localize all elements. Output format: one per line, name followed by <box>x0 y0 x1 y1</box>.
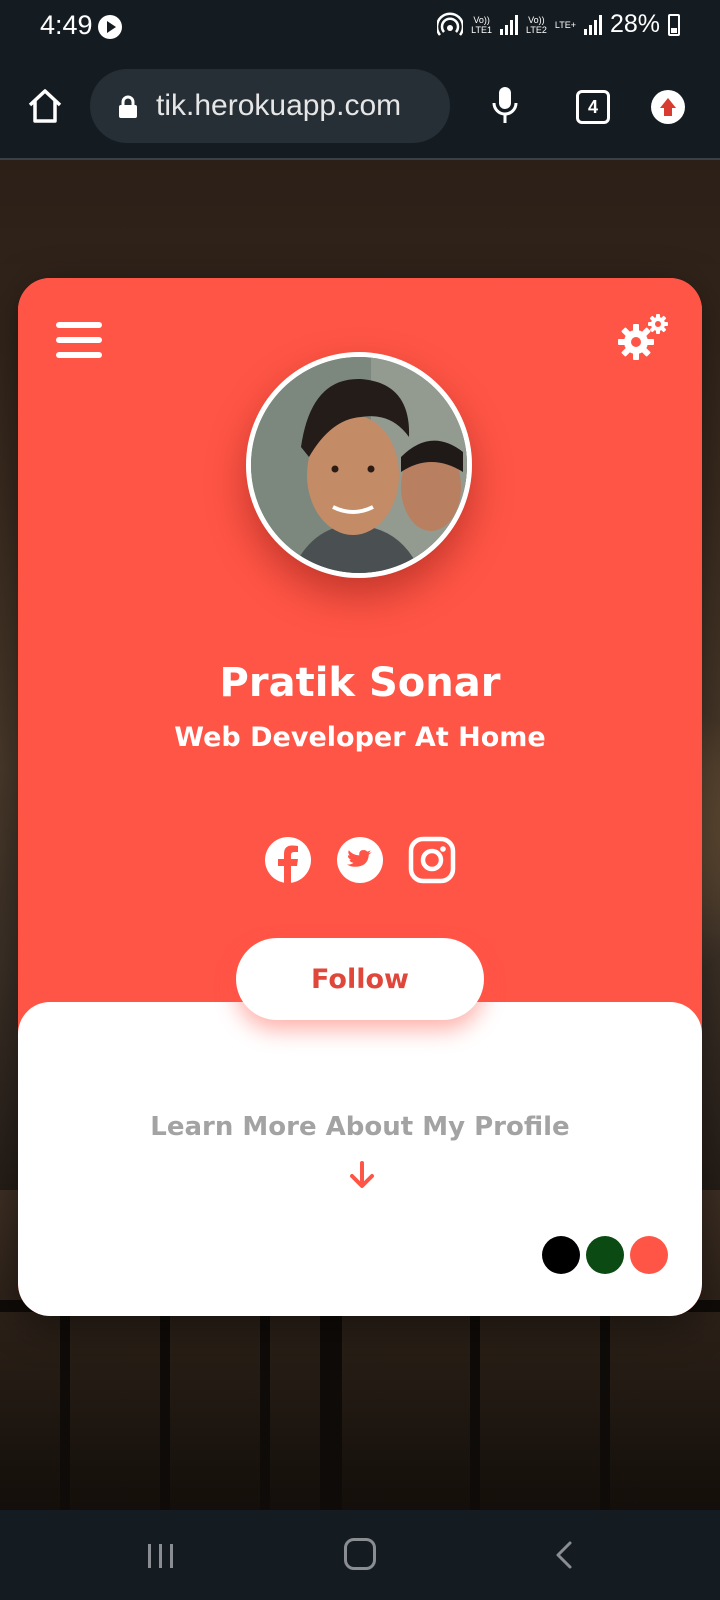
status-icons: Vo)) LTE1 Vo)) LTE2 LTE+ 28% <box>437 10 680 39</box>
sim2-label: Vo)) LTE2 <box>526 14 547 35</box>
railing-post <box>260 1300 270 1510</box>
hamburger-menu-icon[interactable] <box>56 322 102 358</box>
profile-avatar <box>246 352 472 578</box>
facebook-icon[interactable] <box>264 836 312 884</box>
instagram-icon[interactable] <box>408 836 456 884</box>
hotspot-icon <box>437 11 464 36</box>
profile-card: Pratik Sonar Web Developer At Home Learn… <box>18 278 702 1316</box>
sim2-extra: LTE+ <box>554 19 576 30</box>
theme-swatch-green[interactable] <box>586 1236 624 1274</box>
battery-percent: 28% <box>609 10 660 38</box>
social-links <box>18 836 702 884</box>
back-icon[interactable] <box>552 1540 576 1570</box>
update-icon[interactable] <box>651 90 685 124</box>
railing-post <box>60 1300 70 1510</box>
profile-card-header: Pratik Sonar Web Developer At Home <box>18 278 702 1008</box>
browser-toolbar: tik.herokuapp.com 4 <box>0 55 720 160</box>
lock-icon <box>119 95 137 118</box>
profile-title: Web Developer At Home <box>174 722 546 753</box>
theme-swatch-black[interactable] <box>542 1236 580 1274</box>
system-nav-bar <box>0 1510 720 1600</box>
railing-post <box>470 1300 480 1510</box>
twitter-icon[interactable] <box>336 836 384 884</box>
railing-post <box>160 1300 170 1510</box>
follow-button[interactable]: Follow <box>236 938 484 1020</box>
home-nav-icon[interactable] <box>344 1538 376 1570</box>
tab-switcher-button[interactable]: 4 <box>576 90 610 124</box>
settings-gears-icon[interactable] <box>616 312 670 362</box>
avatar-photo <box>251 357 467 573</box>
url-text: tik.herokuapp.com <box>156 89 402 122</box>
microphone-icon[interactable] <box>490 85 520 125</box>
railing-post <box>600 1300 610 1510</box>
address-bar[interactable]: tik.herokuapp.com <box>90 69 450 143</box>
signal-icon <box>500 14 519 35</box>
status-time: 4:49 <box>40 10 93 40</box>
battery-icon <box>668 13 680 36</box>
profile-name: Pratik Sonar <box>219 660 501 706</box>
arrow-down-icon[interactable] <box>348 1160 376 1190</box>
theme-swatch-red[interactable] <box>630 1236 668 1274</box>
signal-icon-2 <box>583 14 602 35</box>
profile-card-footer: Learn More About My Profile <box>18 1002 702 1316</box>
learn-more-link[interactable]: Learn More About My Profile <box>18 1112 702 1142</box>
play-icon <box>98 15 122 39</box>
railing-post <box>320 1300 342 1510</box>
theme-color-picker <box>542 1236 668 1274</box>
sim1-label: Vo)) LTE1 <box>471 14 493 35</box>
recents-icon[interactable] <box>146 1542 176 1570</box>
status-bar: 4:49 Vo)) LTE1 Vo)) LTE2 LTE+ 28% <box>0 0 720 55</box>
home-icon[interactable] <box>26 87 64 125</box>
